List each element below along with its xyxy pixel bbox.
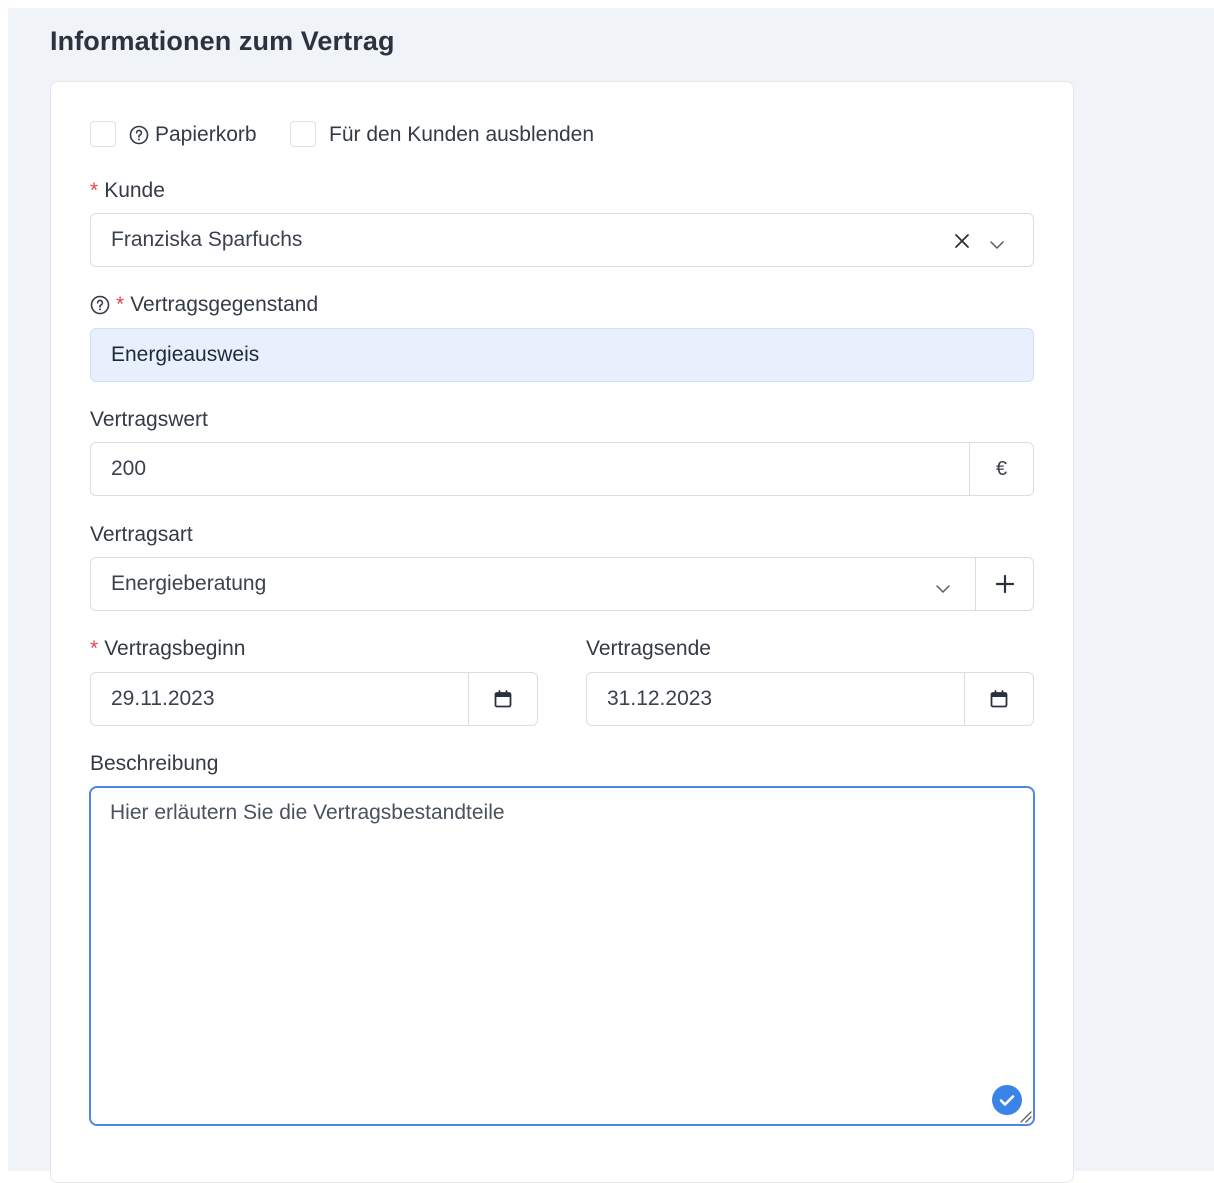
hide-from-customer-label: Für den Kunden ausblenden xyxy=(329,123,595,146)
plus-icon xyxy=(995,574,1014,594)
chevron-down-icon[interactable] xyxy=(935,578,951,593)
resize-handle-icon[interactable] xyxy=(1018,1109,1032,1123)
description-placeholder: Hier erläutern Sie die Vertragsbestandte… xyxy=(110,801,505,824)
required-mark: * xyxy=(116,293,125,316)
start-date-group: 29.11.2023 xyxy=(90,672,538,726)
subject-label-text: Vertragsgegenstand xyxy=(130,293,319,316)
end-label: Vertragsende xyxy=(586,637,711,660)
contract-value-label: Vertragswert xyxy=(90,408,208,431)
description-label: Beschreibung xyxy=(90,752,219,775)
start-label: * Vertragsbeginn xyxy=(90,636,245,662)
contract-value-input[interactable]: 200 xyxy=(91,443,969,495)
contract-type-label: Vertragsart xyxy=(90,523,193,546)
calendar-icon xyxy=(494,690,512,708)
customer-label-text: Kunde xyxy=(104,179,165,202)
start-label-text: Vertragsbeginn xyxy=(104,637,246,660)
start-date-value: 29.11.2023 xyxy=(111,687,215,710)
contract-value-value: 200 xyxy=(111,457,147,480)
end-date-value: 31.12.2023 xyxy=(607,687,713,710)
clear-icon[interactable] xyxy=(953,232,971,250)
trash-checkbox[interactable] xyxy=(90,121,116,147)
end-date-group: 31.12.2023 xyxy=(586,672,1034,726)
trash-label-text: Papierkorb xyxy=(155,123,257,146)
description-textarea[interactable]: Hier erläutern Sie die Vertragsbestandte… xyxy=(89,786,1035,1126)
currency-addon: € xyxy=(969,443,1033,495)
trash-checkbox-label: Papierkorb xyxy=(129,121,257,149)
contract-type-group: Energieberatung xyxy=(90,557,1034,611)
required-mark: * xyxy=(90,637,99,660)
customer-select[interactable]: Franziska Sparfuchs xyxy=(90,213,1034,267)
contract-type-value: Energieberatung xyxy=(111,572,267,595)
help-icon[interactable] xyxy=(129,125,149,145)
customer-label: * Kunde xyxy=(90,178,165,204)
subject-value: Energieausweis xyxy=(111,343,260,366)
contract-value-input-group: 200 € xyxy=(90,442,1034,496)
end-date-picker-button[interactable] xyxy=(964,673,1033,725)
subject-input[interactable]: Energieausweis xyxy=(90,328,1034,382)
start-date-input[interactable]: 29.11.2023 xyxy=(91,673,468,725)
start-date-picker-button[interactable] xyxy=(468,673,537,725)
customer-value: Franziska Sparfuchs xyxy=(111,228,303,251)
calendar-icon xyxy=(990,690,1008,708)
add-contract-type-button[interactable] xyxy=(975,558,1033,610)
required-mark: * xyxy=(90,179,99,202)
chevron-down-icon[interactable] xyxy=(989,234,1005,249)
subject-label: * Vertragsgegenstand xyxy=(90,292,318,318)
contract-type-select[interactable]: Energieberatung xyxy=(91,558,975,610)
section-title: Informationen zum Vertrag xyxy=(50,26,395,56)
hide-from-customer-checkbox[interactable] xyxy=(290,121,316,147)
end-date-input[interactable]: 31.12.2023 xyxy=(587,673,964,725)
help-icon[interactable] xyxy=(90,295,110,315)
